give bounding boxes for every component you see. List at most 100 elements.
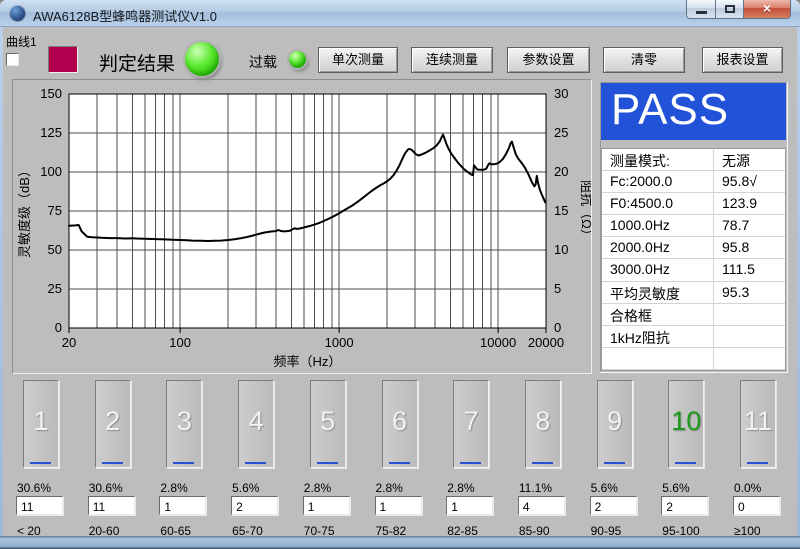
bin-range-label: 85-90: [519, 524, 550, 538]
bin-count-input[interactable]: [733, 496, 780, 515]
bin-slider[interactable]: 9: [597, 380, 633, 468]
bin-number: 2: [96, 406, 130, 437]
bin-percent: 5.6%: [591, 481, 618, 495]
table-row-value: 78.7: [713, 215, 785, 237]
svg-text:频率（Hz）: 频率（Hz）: [274, 354, 342, 369]
svg-text:5: 5: [554, 281, 561, 296]
bin-percent: 30.6%: [89, 481, 123, 495]
maximize-button[interactable]: [716, 0, 744, 19]
bin-count-input[interactable]: [231, 496, 278, 515]
svg-text:25: 25: [48, 281, 62, 296]
parameter-settings-button[interactable]: 参数设置: [507, 47, 590, 73]
bin-range-label: < 20: [17, 524, 41, 538]
svg-text:10: 10: [554, 242, 568, 257]
table-row-label: 测量模式:: [602, 149, 713, 171]
bin-slider[interactable]: 8: [525, 380, 561, 468]
bin-slider[interactable]: 5: [310, 380, 346, 468]
svg-text:100: 100: [169, 335, 191, 350]
bin-count-input[interactable]: [518, 496, 565, 515]
table-row-value: 95.8√: [713, 171, 785, 193]
bin-number: 11: [741, 406, 775, 437]
pass-status-badge: PASS: [601, 83, 786, 140]
bin-slider[interactable]: 10: [668, 380, 704, 468]
histogram-bin: 1 30.6% < 20: [5, 378, 77, 538]
bin-number: 7: [454, 406, 488, 437]
close-button[interactable]: ×: [744, 0, 791, 19]
bin-number: 5: [311, 406, 345, 437]
continuous-measure-button[interactable]: 连续测量: [411, 47, 493, 73]
svg-text:50: 50: [48, 242, 62, 257]
bin-range-label: 60-65: [160, 524, 191, 538]
app-window: AWA6128B型蜂鸣器测试仪V1.0 × 曲线1 判定结果 过载 单次测量 连…: [0, 0, 800, 549]
svg-text:75: 75: [48, 203, 62, 218]
report-settings-button[interactable]: 报表设置: [702, 47, 783, 73]
bin-count-input[interactable]: [590, 496, 637, 515]
svg-text:阻抗（Ω）: 阻抗（Ω）: [579, 180, 591, 242]
table-row-value: [713, 348, 785, 370]
table-row-value: [713, 304, 785, 326]
svg-text:100: 100: [40, 164, 62, 179]
bin-slider[interactable]: 4: [238, 380, 274, 468]
svg-text:150: 150: [40, 86, 62, 101]
curve1-label: 曲线1: [6, 33, 37, 50]
bin-percent: 11.1%: [519, 481, 552, 495]
clear-button[interactable]: 清零: [603, 47, 685, 73]
svg-text:20: 20: [554, 164, 568, 179]
bin-percent: 2.8%: [304, 481, 331, 495]
histogram-bin: 10 5.6% 95-100: [650, 378, 722, 538]
bin-count-input[interactable]: [159, 496, 206, 515]
single-measure-button[interactable]: 单次测量: [318, 47, 398, 73]
bin-number: 3: [167, 406, 201, 437]
svg-text:20: 20: [62, 335, 76, 350]
histogram-bin: 5 2.8% 70-75: [292, 378, 364, 538]
bin-slider[interactable]: 11: [740, 380, 776, 468]
bin-count-input[interactable]: [16, 496, 63, 515]
bin-percent: 2.8%: [447, 481, 474, 495]
histogram-bin: 8 11.1% 85-90: [507, 378, 579, 538]
bin-slider[interactable]: 7: [453, 380, 489, 468]
bin-range-label: 90-95: [591, 524, 622, 538]
bin-count-input[interactable]: [375, 496, 422, 515]
bin-number: 1: [24, 406, 58, 437]
bin-fill-level: [245, 462, 266, 464]
histogram-bin: 3 2.8% 60-65: [148, 378, 220, 538]
bin-percent: 30.6%: [17, 481, 51, 495]
table-row-value: 95.3: [713, 282, 785, 304]
table-row-label: 合格框: [602, 304, 713, 326]
bin-count-input[interactable]: [88, 496, 135, 515]
overload-label: 过载: [249, 52, 277, 72]
svg-text:15: 15: [554, 203, 568, 218]
svg-text:0: 0: [55, 320, 62, 335]
histogram-bin: 9 5.6% 90-95: [579, 378, 651, 538]
histogram-bin: 7 2.8% 82-85: [435, 378, 507, 538]
bin-percent: 2.8%: [160, 481, 187, 495]
bin-range-label: 20-60: [89, 524, 120, 538]
result-panel: PASS 测量模式:无源Fc:2000.095.8√F0:4500.0123.9…: [600, 82, 788, 373]
bin-range-label: ≥100: [734, 524, 761, 538]
svg-text:0: 0: [554, 320, 561, 335]
table-row-label: 2000.0Hz: [602, 237, 713, 259]
curve1-checkbox[interactable]: [6, 53, 19, 66]
bin-count-input[interactable]: [446, 496, 493, 515]
bin-slider[interactable]: 6: [382, 380, 418, 468]
minimize-icon: [696, 11, 707, 14]
table-row-value: 111.5: [713, 259, 785, 281]
bin-slider[interactable]: 1: [23, 380, 59, 468]
window-controls: ×: [686, 0, 791, 19]
judge-result-led-icon: [185, 42, 219, 76]
svg-text:125: 125: [40, 125, 62, 140]
bin-slider[interactable]: 2: [95, 380, 131, 468]
bin-count-input[interactable]: [303, 496, 350, 515]
histogram-bin: 2 30.6% 20-60: [77, 378, 149, 538]
bin-fill-level: [460, 462, 481, 464]
bin-range-label: 95-100: [662, 524, 699, 538]
bin-number: 8: [526, 406, 560, 437]
bin-fill-level: [102, 462, 123, 464]
bin-range-label: 82-85: [447, 524, 478, 538]
bin-count-input[interactable]: [661, 496, 708, 515]
minimize-button[interactable]: [686, 0, 716, 19]
chart-canvas: 0255075100125150051015202530201001000100…: [13, 80, 591, 373]
bin-slider[interactable]: 3: [166, 380, 202, 468]
bin-percent: 5.6%: [232, 481, 259, 495]
curve1-color-swatch: [48, 46, 78, 73]
